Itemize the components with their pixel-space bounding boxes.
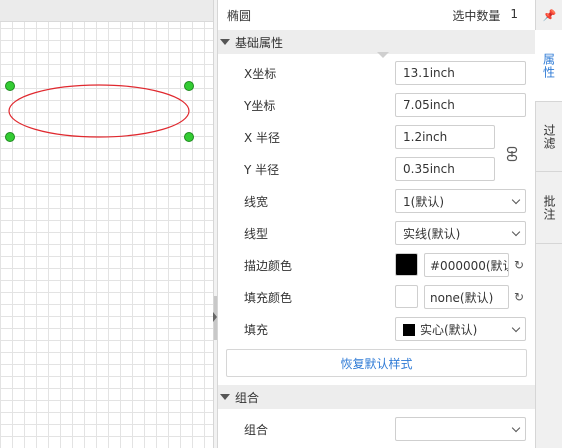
chevron-down-icon [511,227,521,236]
panel-header: 椭圆 选中数量 1 [218,0,535,30]
row-ry: Y 半径 [218,157,535,181]
restore-default-style-button[interactable]: 恢复默认样式 [226,349,527,377]
chevron-down-icon [511,195,521,204]
y-label: Y坐标 [244,99,276,113]
caret-down-icon [220,394,230,400]
selected-ellipse[interactable] [8,84,190,138]
stroke-color-input[interactable]: #000000(默认) [424,253,509,277]
resize-handle-top-right[interactable] [184,81,194,91]
line-type-value: 实线(默认) [403,226,461,241]
side-tabs: 📌 属性 过滤 批注 [535,0,562,448]
tab-annotation[interactable]: 批注 [536,172,562,244]
refresh-icon[interactable]: ↻ [512,290,526,304]
tab-properties[interactable]: 属性 [535,30,562,102]
y-input[interactable] [395,93,526,117]
line-width-value: 1(默认) [403,194,444,209]
fill-value: 实心(默认) [420,322,478,337]
chevron-down-icon [511,423,521,432]
selected-count-value: 1 [510,6,518,21]
fill-color-input[interactable]: none(默认) [424,285,509,309]
line-width-label: 线宽 [244,195,269,209]
section-group-title: 组合 [235,390,260,405]
line-width-select[interactable]: 1(默认) [395,189,526,213]
row-y: Y坐标 [218,93,535,117]
canvas-shapes [5,81,194,142]
resize-handle-bottom-right[interactable] [184,132,194,142]
section-notch-icon [377,52,389,58]
collapse-arrow-icon[interactable] [213,312,217,322]
stroke-color-value: #000000(默认) [430,258,508,273]
shape-type-label: 椭圆 [227,8,252,23]
row-x: X坐标 [218,61,535,85]
line-type-label: 线型 [244,227,269,241]
x-input[interactable] [395,61,526,85]
row-line-type: 线型 实线(默认) [218,221,535,245]
chevron-down-icon [511,323,521,332]
ry-input[interactable] [395,157,495,181]
row-fill: 填充 实心(默认) [218,317,535,341]
group-label: 组合 [244,423,269,437]
group-select[interactable] [395,417,526,441]
selected-count-label: 选中数量 [452,8,501,23]
pin-icon[interactable]: 📌 [536,0,562,30]
fill-swatch-icon [403,323,415,336]
properties-panel: 椭圆 选中数量 1 基础属性 X坐标 Y坐标 X 半径 Y 半径 线宽 [218,0,535,448]
resize-handle-top-left[interactable] [5,81,15,91]
caret-down-icon [220,39,230,45]
stroke-color-label: 描边颜色 [244,259,293,273]
row-fill-color: 填充颜色 none(默认) ↻ [218,285,535,309]
line-type-select[interactable]: 实线(默认) [395,221,526,245]
row-stroke-color: 描边颜色 #000000(默认) ↻ [218,253,535,277]
resize-handle-bottom-left[interactable] [5,132,15,142]
fill-color-label: 填充颜色 [244,291,293,305]
ry-label: Y 半径 [244,163,280,177]
rx-label: X 半径 [244,131,281,145]
tab-filter[interactable]: 过滤 [536,102,562,172]
row-rx: X 半径 [218,125,535,149]
section-group[interactable]: 组合 [218,385,535,409]
rx-input[interactable] [395,125,495,149]
refresh-icon[interactable]: ↻ [512,258,526,272]
link-icon[interactable] [504,146,520,162]
fill-value-wrap: 实心(默认) [403,321,477,338]
row-group: 组合 [218,417,535,441]
row-line-width: 线宽 1(默认) [218,189,535,213]
fill-select[interactable]: 实心(默认) [395,317,526,341]
x-label: X坐标 [244,67,277,81]
fill-color-swatch[interactable] [395,285,418,308]
fill-color-value: none(默认) [430,290,494,305]
fill-label: 填充 [244,323,269,337]
section-basic-properties[interactable]: 基础属性 [218,30,535,54]
stroke-color-swatch[interactable] [395,253,418,276]
drawing-canvas[interactable] [0,0,213,448]
section-basic-title: 基础属性 [235,35,284,50]
